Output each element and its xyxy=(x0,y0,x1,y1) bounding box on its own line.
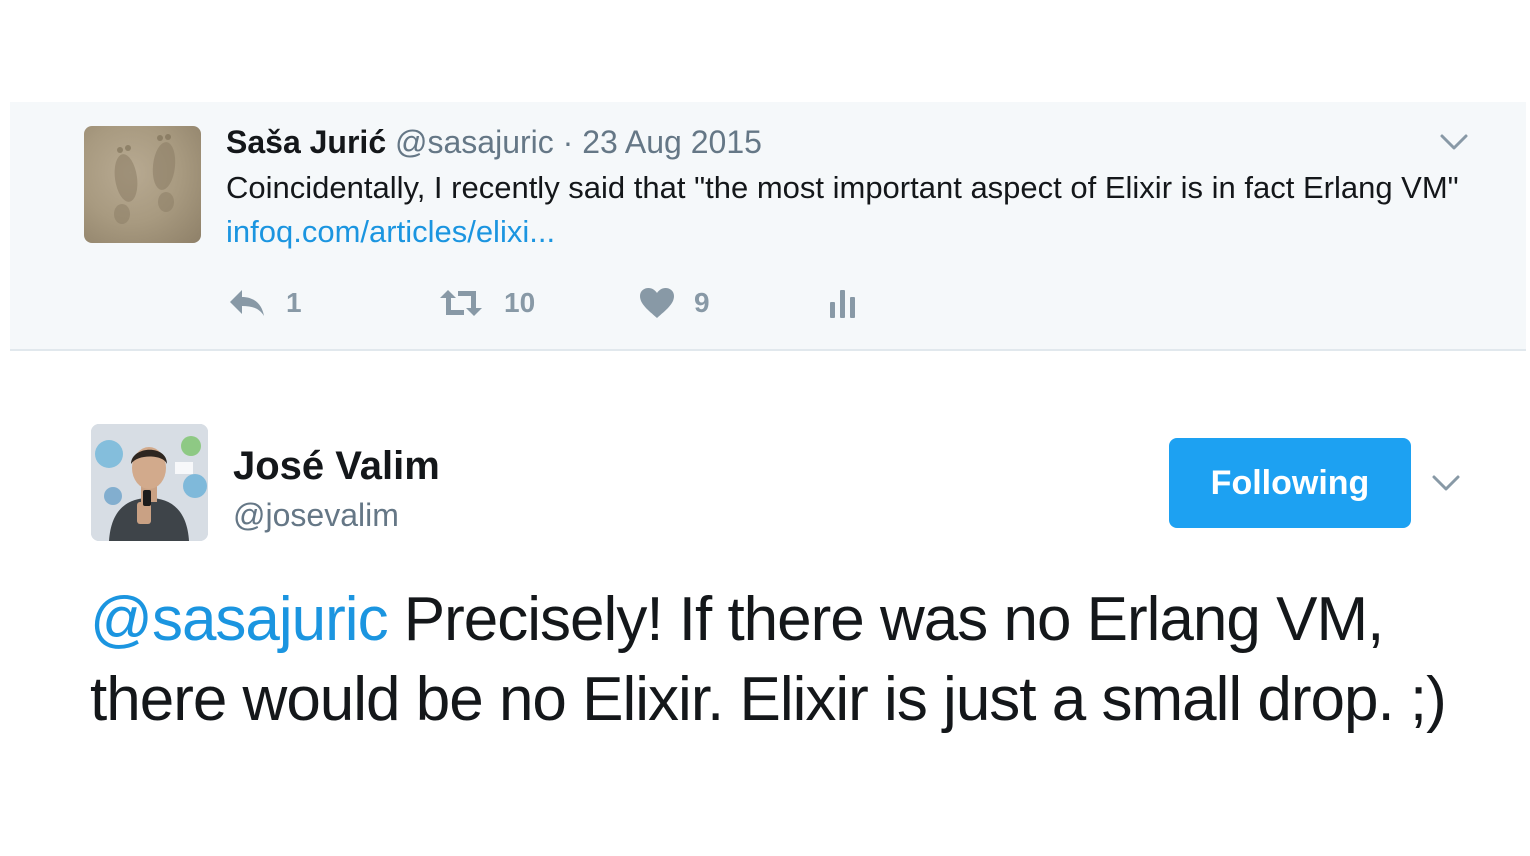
analytics-action[interactable] xyxy=(826,280,860,326)
following-button[interactable]: Following xyxy=(1169,438,1411,528)
author-handle[interactable]: @josevalim xyxy=(233,494,399,536)
heart-icon xyxy=(640,288,674,318)
tweet-link[interactable]: infoq.com/articles/elixi... xyxy=(226,214,555,249)
separator: · xyxy=(553,124,583,160)
reply-action[interactable]: 1 xyxy=(226,280,302,326)
chevron-down-icon[interactable] xyxy=(1428,465,1464,501)
tweet-header: Saša Jurić @sasajuric · 23 Aug 2015 xyxy=(226,122,762,162)
avatar[interactable] xyxy=(91,424,208,541)
analytics-icon xyxy=(830,290,855,318)
reply-count: 1 xyxy=(286,287,302,318)
footprints-image xyxy=(114,134,176,224)
tweet-date[interactable]: 23 Aug 2015 xyxy=(582,124,762,160)
author-handle[interactable]: @sasajuric xyxy=(395,124,554,160)
mention-link[interactable]: @sasajuric xyxy=(90,585,389,654)
profile-photo xyxy=(91,424,208,541)
tweet-actions: 1 10 9 xyxy=(226,280,926,326)
like-count: 9 xyxy=(694,287,710,318)
retweet-count: 10 xyxy=(504,287,536,318)
tweet-text: Coincidentally, I recently said that "th… xyxy=(226,166,1466,254)
author-name[interactable]: Saša Jurić xyxy=(226,124,386,160)
like-action[interactable]: 9 xyxy=(638,280,710,326)
chevron-down-icon[interactable] xyxy=(1436,124,1472,160)
retweet-icon xyxy=(440,290,482,316)
tweet-text: @sasajuric Precisely! If there was no Er… xyxy=(90,580,1510,740)
avatar[interactable] xyxy=(84,126,201,243)
reply-icon xyxy=(230,290,264,316)
author-name[interactable]: José Valim xyxy=(233,440,440,492)
parent-tweet[interactable]: Saša Jurić @sasajuric · 23 Aug 2015 Coin… xyxy=(10,102,1526,351)
retweet-action[interactable]: 10 xyxy=(436,280,535,326)
tweet-body: Coincidentally, I recently said that "th… xyxy=(226,170,1459,205)
